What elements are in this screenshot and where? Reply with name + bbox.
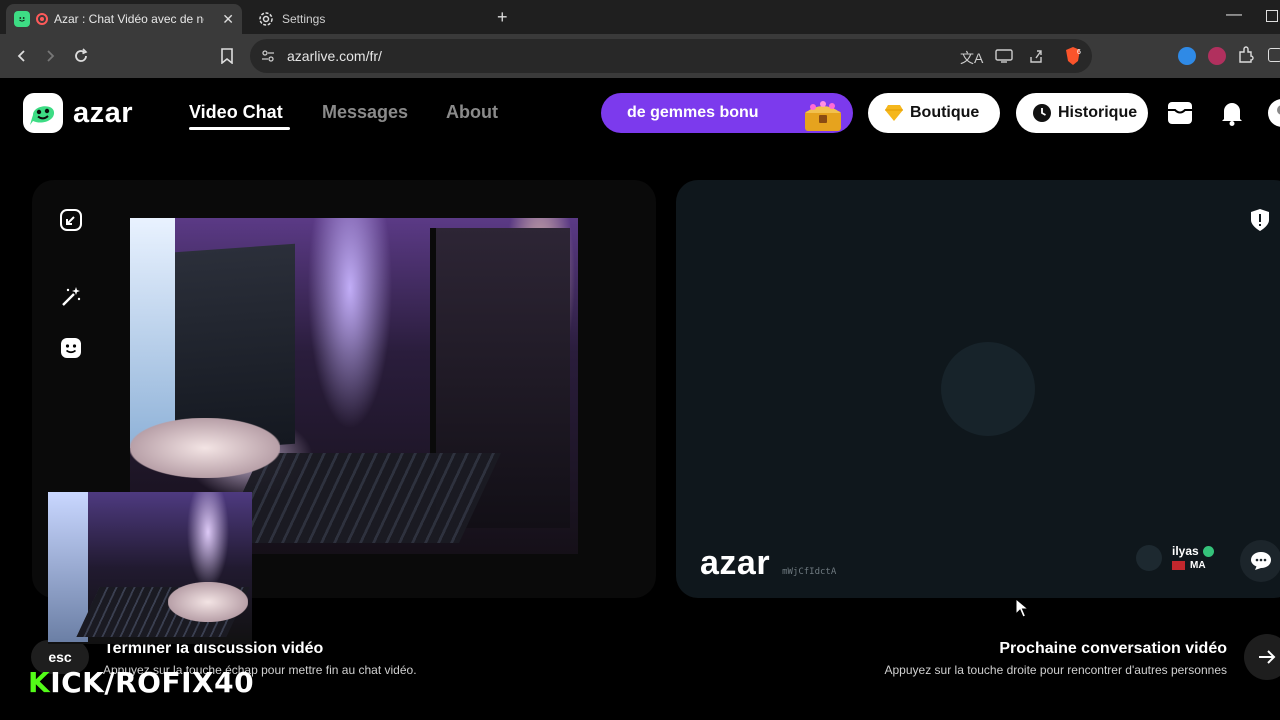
- promo-text: de gemmes bonu: [627, 104, 759, 121]
- session-id: mWjCfIdctA: [782, 567, 837, 577]
- azar-favicon-icon: [14, 11, 30, 27]
- collapse-icon[interactable]: [58, 207, 84, 233]
- bookmark-icon[interactable]: [215, 44, 239, 68]
- active-nav-indicator: [189, 127, 290, 130]
- tab-title: Settings: [282, 12, 326, 26]
- kick-channel-overlay: KICK/ROFIX40: [28, 666, 254, 699]
- history-label: Historique: [1058, 104, 1138, 121]
- gem-bonus-banner[interactable]: de gemmes bonu: [601, 93, 853, 133]
- site-info-icon[interactable]: [260, 48, 276, 64]
- nav-video-chat[interactable]: Video Chat: [189, 102, 283, 123]
- bell-icon[interactable]: [1212, 93, 1252, 133]
- next-chat-subtitle: Appuyez sur la touche droite pour rencon…: [884, 663, 1228, 677]
- brand-name: azar: [73, 96, 134, 129]
- face-filter-icon[interactable]: [58, 335, 84, 361]
- recording-icon: [36, 13, 48, 25]
- minimize-window-button[interactable]: —: [1226, 6, 1242, 24]
- arrow-right-icon: [1259, 650, 1276, 664]
- peer-info[interactable]: ilyas MA: [1136, 544, 1214, 571]
- chat-button[interactable]: [1240, 540, 1280, 582]
- magic-wand-icon[interactable]: [58, 284, 84, 310]
- inbox-icon[interactable]: [1160, 93, 1200, 133]
- gear-icon: [258, 11, 274, 27]
- nav-about[interactable]: About: [446, 102, 498, 123]
- diamond-icon: [884, 104, 904, 122]
- peer-name: ilyas: [1172, 544, 1199, 558]
- reload-button[interactable]: [69, 44, 93, 68]
- next-chat-title: Prochaine conversation vidéo: [999, 640, 1227, 657]
- clock-icon: [1032, 103, 1052, 123]
- tab-settings[interactable]: Settings: [250, 4, 486, 34]
- extension-icon[interactable]: [1208, 47, 1226, 65]
- treasure-chest-icon: [805, 101, 841, 131]
- forward-button[interactable]: [38, 44, 62, 68]
- kick-channel-name: ICK/ROFIX40: [50, 666, 255, 699]
- verified-badge-icon: [1202, 546, 1214, 558]
- streamer-webcam-overlay: [48, 492, 252, 644]
- nav-messages[interactable]: Messages: [322, 102, 408, 123]
- browser-tab-bar: Azar : Chat Vidéo avec de nou ✕ Settings…: [0, 0, 1280, 34]
- watermark-logo: azar: [700, 544, 771, 582]
- azar-page: azar Video Chat Messages About de gemmes…: [0, 78, 1280, 720]
- close-tab-icon[interactable]: ✕: [222, 11, 234, 28]
- extension-icon[interactable]: [1178, 47, 1196, 65]
- remote-video-panel: azar mWjCfIdctA ilyas MA: [676, 180, 1280, 598]
- chat-bubble-icon: [1251, 552, 1271, 570]
- extensions-puzzle-icon[interactable]: [1237, 46, 1255, 69]
- tab-azar[interactable]: Azar : Chat Vidéo avec de nou ✕: [6, 4, 242, 34]
- azar-watermark: azar mWjCfIdctA: [700, 544, 836, 583]
- translate-icon[interactable]: 文A: [960, 48, 983, 68]
- url-text: azarlive.com/fr/: [287, 48, 382, 64]
- history-button[interactable]: Historique: [1016, 93, 1148, 133]
- shop-button[interactable]: Boutique: [868, 93, 1000, 133]
- morocco-flag-icon: [1172, 561, 1185, 570]
- wallet-icon[interactable]: [1268, 48, 1280, 62]
- tab-title: Azar : Chat Vidéo avec de nou: [54, 12, 204, 26]
- report-icon[interactable]: [1248, 208, 1272, 232]
- brave-shield-icon[interactable]: 6: [1063, 46, 1083, 71]
- shop-label: Boutique: [910, 104, 980, 121]
- avatar[interactable]: [1262, 93, 1280, 133]
- address-bar[interactable]: azarlive.com/fr/ 文A: [250, 39, 1092, 73]
- maximize-window-button[interactable]: [1266, 10, 1278, 22]
- browser-toolbar: azarlive.com/fr/ 文A 6: [0, 34, 1280, 78]
- next-chat-button[interactable]: [1244, 634, 1280, 680]
- cast-icon[interactable]: [995, 49, 1013, 68]
- peer-country: MA: [1190, 560, 1206, 571]
- azar-logo[interactable]: azar: [23, 93, 133, 133]
- share-icon[interactable]: [1028, 48, 1044, 69]
- mouse-cursor-icon: [1015, 598, 1029, 618]
- new-tab-button[interactable]: +: [497, 7, 508, 28]
- peer-avatar: [1136, 544, 1162, 571]
- kick-k-letter: K: [28, 666, 51, 699]
- remote-avatar-placeholder: [941, 342, 1035, 436]
- shield-count: 6: [1077, 49, 1081, 56]
- azar-logo-icon: [23, 93, 63, 133]
- back-button[interactable]: [10, 44, 34, 68]
